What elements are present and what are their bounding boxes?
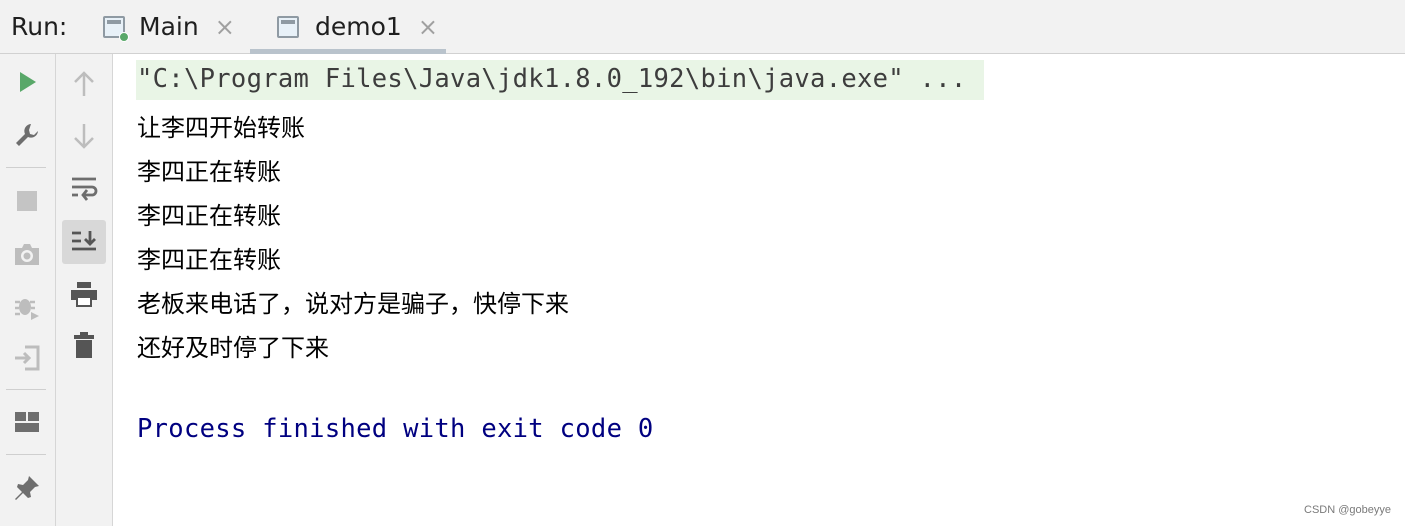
stop-icon: [17, 191, 37, 211]
console-toolbar: [56, 54, 113, 526]
process-exit-message: Process finished with exit code 0: [137, 414, 654, 444]
camera-icon: [15, 244, 39, 265]
trash-icon: [74, 332, 94, 358]
application-config-icon: [277, 15, 299, 38]
arrow-up-icon: [74, 71, 94, 96]
close-icon[interactable]: ×: [215, 15, 235, 39]
tab-demo1[interactable]: demo1 ×: [250, 0, 446, 54]
rerun-button[interactable]: [7, 62, 47, 102]
pin-icon: [15, 476, 39, 500]
run-label: Run:: [11, 12, 68, 41]
previous-occurrence-button[interactable]: [64, 64, 104, 104]
console-output[interactable]: "C:\Program Files\Java\jdk1.8.0_192\bin\…: [113, 54, 1405, 526]
output-line: 李四正在转账: [137, 158, 281, 186]
output-line: 老板来电话了，说对方是骗子，快停下来: [137, 290, 569, 318]
layout-button[interactable]: [7, 402, 47, 442]
run-toolbar: [0, 54, 56, 526]
run-icon: [20, 72, 36, 92]
output-line: 还好及时停了下来: [137, 334, 329, 362]
clear-all-button[interactable]: [64, 325, 104, 365]
soft-wrap-icon: [72, 177, 98, 201]
tab-main-label: Main: [139, 12, 199, 41]
application-config-icon: [103, 15, 129, 42]
tab-demo1-label: demo1: [315, 12, 402, 41]
print-button[interactable]: [64, 274, 104, 314]
print-icon: [71, 282, 97, 307]
scroll-to-end-icon: [72, 231, 96, 251]
soft-wrap-button[interactable]: [64, 168, 104, 208]
watermark: CSDN @gobeyye: [1304, 504, 1391, 516]
pin-tab-button[interactable]: [7, 468, 47, 508]
layout-icon: [15, 412, 39, 432]
arrow-down-icon: [74, 124, 94, 149]
command-line-text: "C:\Program Files\Java\jdk1.8.0_192\bin\…: [137, 64, 967, 94]
login-icon: [15, 345, 40, 371]
output-line: 让李四开始转账: [137, 114, 305, 142]
debug-button[interactable]: [7, 286, 47, 326]
tab-main[interactable]: Main ×: [103, 0, 243, 53]
close-icon[interactable]: ×: [418, 15, 438, 39]
run-tool-window-header: Run: Main × demo1 ×: [0, 0, 1405, 54]
debug-icon: [15, 299, 39, 320]
output-line: 李四正在转账: [137, 202, 281, 230]
dump-threads-button[interactable]: [7, 234, 47, 274]
stop-button[interactable]: [7, 181, 47, 221]
restore-layout-button[interactable]: [7, 338, 47, 378]
wrench-icon: [16, 124, 38, 146]
next-occurrence-button[interactable]: [64, 116, 104, 156]
output-line: 李四正在转账: [137, 246, 281, 274]
edit-configuration-button[interactable]: [7, 115, 47, 155]
scroll-to-end-button[interactable]: [62, 220, 106, 264]
